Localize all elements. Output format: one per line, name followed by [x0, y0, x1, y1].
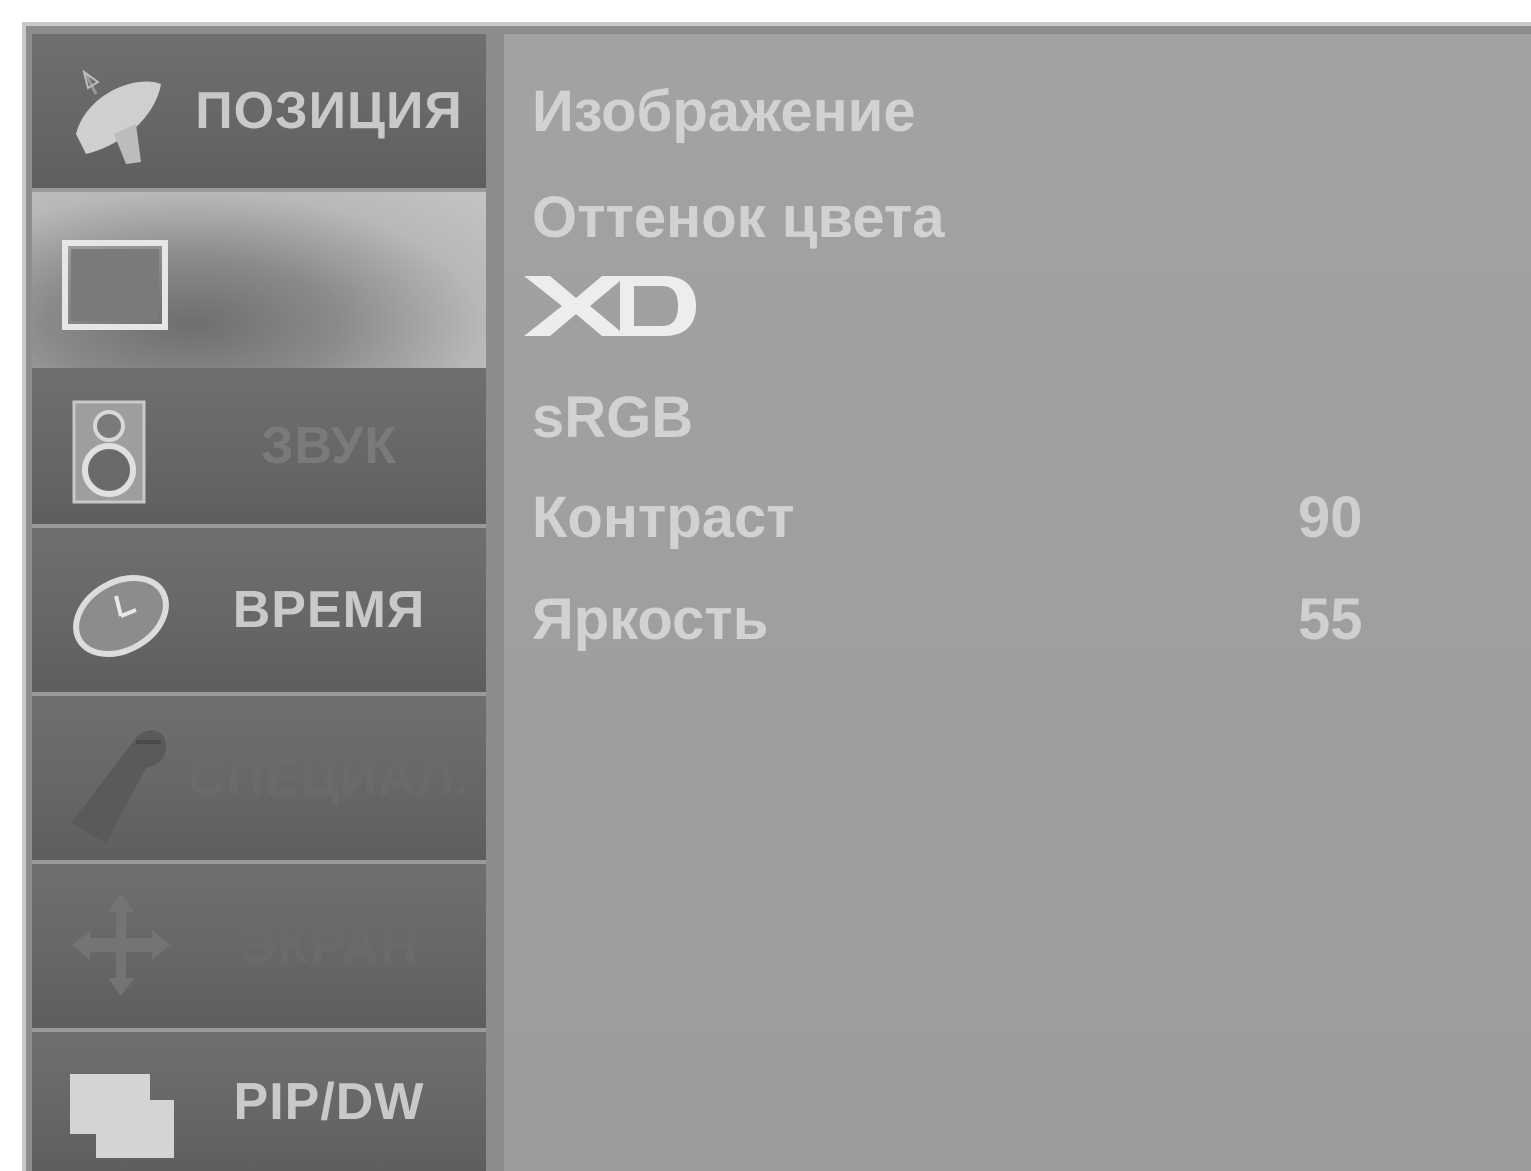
- sidebar-item-position[interactable]: ПОЗИЦИЯ: [32, 34, 486, 192]
- speaker-icon: [72, 400, 146, 504]
- pip-icon: [70, 1074, 174, 1158]
- sidebar-item-sound[interactable]: ЗВУК: [32, 368, 486, 528]
- clock-icon: [73, 575, 169, 657]
- satellite-dish-icon: [76, 69, 161, 164]
- menu-item-brightness[interactable]: Яркость 55: [532, 586, 1491, 653]
- sidebar-item-label: [182, 192, 476, 368]
- menu-item-color-tone[interactable]: Оттенок цвета: [532, 184, 1491, 251]
- menu-item-srgb[interactable]: sRGB: [532, 384, 1491, 451]
- menu-item-label: Изображение: [532, 79, 916, 144]
- sidebar-item-label: PIP/DW: [233, 1072, 425, 1131]
- sidebar-item-picture[interactable]: [32, 192, 486, 368]
- menu-item-label: Яркость: [532, 587, 769, 652]
- menu-item-xd[interactable]: [524, 274, 1491, 352]
- sidebar: ПОЗИЦИЯ ЗВУК ВРЕМЯ СПЕЦИАЛ. ЭКРАН PIP/DW: [32, 34, 486, 1171]
- sidebar-item-label: ПОЗИЦИЯ: [195, 82, 463, 140]
- key-icon: [71, 730, 166, 843]
- sidebar-item-screen[interactable]: ЭКРАН: [32, 864, 486, 1032]
- sidebar-item-label: ЗВУК: [260, 417, 398, 475]
- picture-menu-panel: Изображение Оттенок цвета sRGB Контраст …: [504, 34, 1531, 1171]
- move-arrows-icon: [72, 894, 170, 996]
- contrast-value: 90: [1298, 485, 1363, 550]
- menu-item-label: sRGB: [532, 385, 694, 450]
- xd-logo-icon: [524, 276, 696, 336]
- sidebar-item-label: ВРЕМЯ: [232, 581, 426, 639]
- brightness-value: 55: [1298, 587, 1363, 652]
- menu-item-label: Контраст: [532, 485, 795, 550]
- sidebar-item-label: ЭКРАН: [239, 917, 419, 975]
- sidebar-item-label: СПЕЦИАЛ.: [187, 749, 471, 807]
- menu-item-contrast[interactable]: Контраст 90: [532, 484, 1491, 551]
- sidebar-item-time[interactable]: ВРЕМЯ: [32, 528, 486, 696]
- menu-item-picture-mode[interactable]: Изображение: [532, 78, 1491, 145]
- picture-screen-icon: [62, 240, 168, 330]
- sidebar-item-pip[interactable]: PIP/DW: [32, 1032, 486, 1171]
- menu-item-label: Оттенок цвета: [532, 185, 945, 250]
- sidebar-item-special[interactable]: СПЕЦИАЛ.: [32, 696, 486, 864]
